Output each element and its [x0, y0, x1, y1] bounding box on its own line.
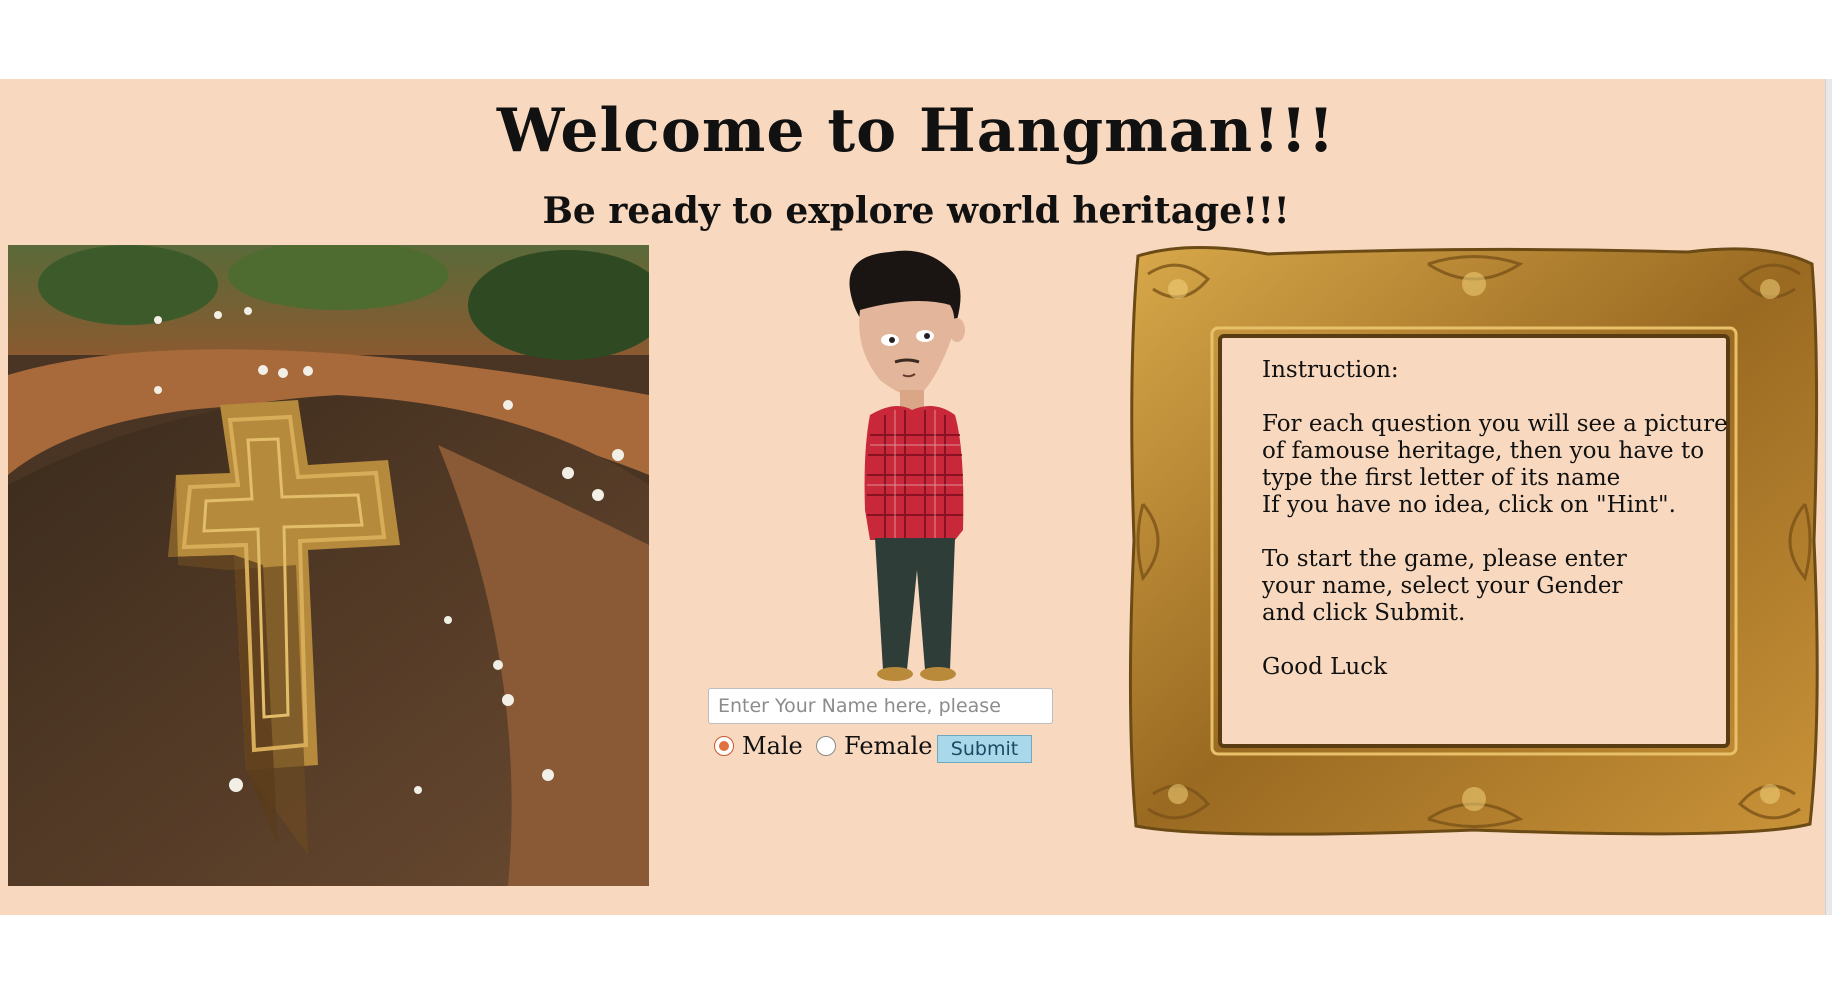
start-instruction-line: your name, select your Gender [1262, 573, 1623, 599]
page-subtitle: Be ready to explore world heritage!!! [542, 190, 1290, 232]
submit-button[interactable]: Submit [937, 735, 1032, 763]
female-label: Female [844, 732, 933, 760]
good-luck-text: Good Luck [1262, 654, 1388, 680]
instructions-heading: Instruction: [1262, 357, 1399, 383]
name-input[interactable] [708, 688, 1053, 724]
gender-option-female[interactable]: Female [816, 732, 933, 760]
instruction-line: type the first letter of its name [1262, 465, 1621, 491]
instruction-line: of famouse heritage, then you have to [1262, 438, 1705, 464]
page-title: Welcome to Hangman!!! [496, 96, 1336, 166]
female-radio[interactable] [816, 736, 836, 756]
instructions-panel: Instruction: For each question you will … [1262, 357, 1732, 681]
male-label: Male [742, 732, 803, 760]
instruction-line: For each question you will see a picture [1262, 411, 1728, 437]
start-instruction-line: To start the game, please enter [1262, 546, 1627, 572]
gender-option-male[interactable]: Male [714, 732, 803, 760]
start-instruction-line: and click Submit. [1262, 600, 1466, 626]
instruction-line: If you have no idea, click on "Hint". [1262, 492, 1676, 518]
heritage-photo [8, 245, 649, 886]
male-radio[interactable] [714, 736, 734, 756]
character-illustration [849, 250, 965, 681]
